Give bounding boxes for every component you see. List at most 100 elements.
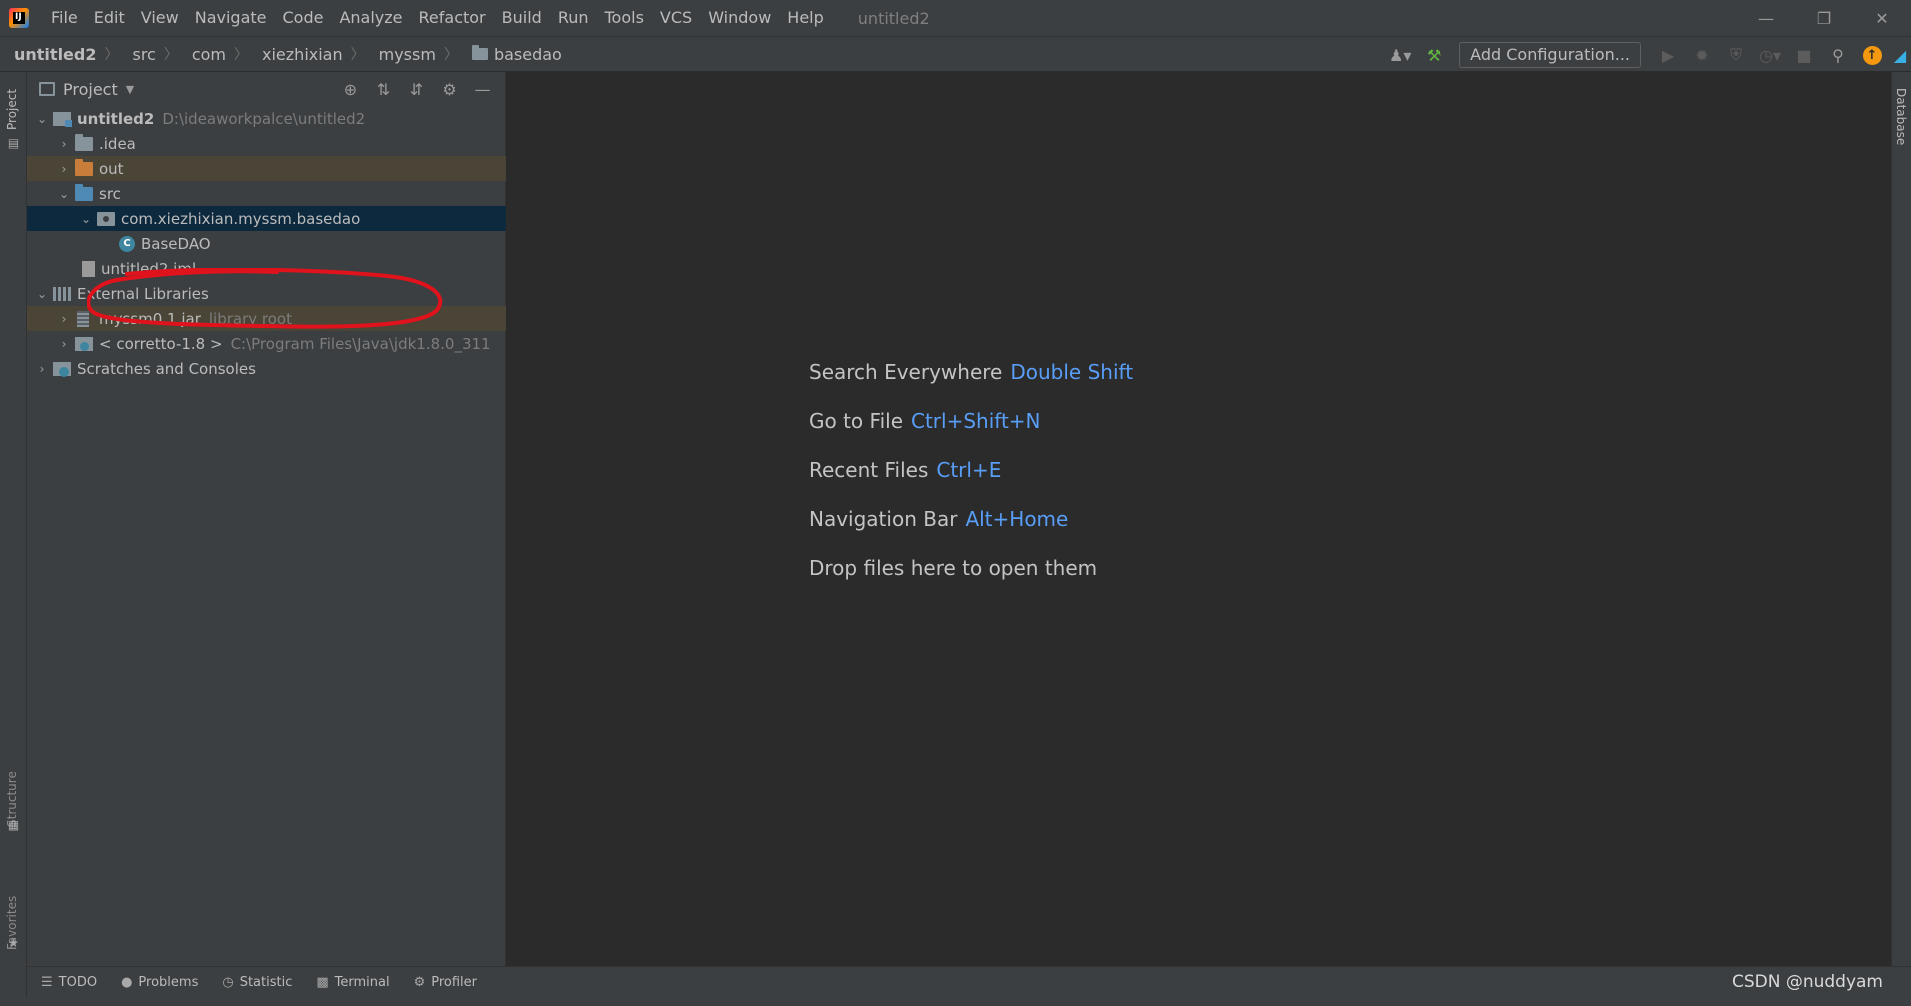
chevron-right-icon[interactable]: ›	[53, 137, 75, 151]
package-icon	[97, 211, 115, 226]
breadcrumb-separator-icon: 〉	[443, 47, 458, 63]
tree-node-basedao-class[interactable]: C BaseDAO	[27, 231, 506, 256]
run-icon[interactable]: ▶	[1651, 37, 1685, 73]
chevron-right-icon[interactable]: ›	[53, 162, 75, 176]
menu-build[interactable]: Build	[494, 0, 550, 36]
debug-icon[interactable]: ✹	[1685, 37, 1719, 73]
menu-navigate[interactable]: Navigate	[187, 0, 275, 36]
menu-window[interactable]: Window	[700, 0, 779, 36]
tree-node-package-basedao[interactable]: ⌄ com.xiezhixian.myssm.basedao	[27, 206, 506, 231]
menu-view[interactable]: View	[133, 0, 187, 36]
tree-node-src[interactable]: ⌄ src	[27, 181, 506, 206]
menu-file[interactable]: File	[43, 0, 86, 36]
database-tool-tab[interactable]: Database	[1894, 88, 1908, 145]
menu-edit[interactable]: Edit	[86, 0, 133, 36]
breadcrumb-separator-icon: 〉	[104, 47, 119, 63]
tree-node-path: C:\Program Files\Java\jdk1.8.0_311	[230, 334, 491, 353]
tree-node-external-libraries[interactable]: ⌄ External Libraries	[27, 281, 506, 306]
editor-empty-area[interactable]: Search Everywhere Double Shift Go to File…	[507, 72, 1891, 966]
hint-recent-files: Recent Files Ctrl+E	[809, 458, 1133, 507]
tab-label: TODO	[58, 975, 98, 990]
breadcrumb-com[interactable]: com	[178, 45, 226, 64]
tree-node-idea[interactable]: › .idea	[27, 131, 506, 156]
folder-excluded-icon	[75, 158, 93, 176]
folder-icon	[75, 133, 93, 151]
coverage-icon[interactable]: ⛨	[1719, 37, 1753, 73]
chevron-down-icon[interactable]: ⌄	[75, 212, 97, 226]
menu-refactor[interactable]: Refactor	[411, 0, 494, 36]
tree-node-scratches[interactable]: › Scratches and Consoles	[27, 356, 506, 381]
search-icon[interactable]: ⚲	[1821, 37, 1855, 73]
build-hammer-icon[interactable]: ⚒	[1417, 37, 1451, 73]
hint-label: Go to File	[809, 409, 903, 433]
list-icon: ☰	[41, 975, 53, 990]
locate-target-icon[interactable]: ⊕	[334, 80, 367, 99]
user-account-icon[interactable]: ♟▾	[1383, 37, 1417, 73]
libraries-icon	[53, 286, 71, 301]
hint-label: Search Everywhere	[809, 360, 1003, 384]
menu-tools[interactable]: Tools	[597, 0, 652, 36]
chevron-right-icon[interactable]: ›	[53, 312, 75, 326]
breadcrumb-myssm[interactable]: myssm	[365, 45, 436, 64]
project-view-selector[interactable]: Project	[63, 80, 118, 99]
tree-node-path: D:\ideaworkpalce\untitled2	[162, 109, 366, 128]
tree-node-label: com.xiezhixian.myssm.basedao	[121, 209, 361, 228]
profile-run-icon[interactable]: ◷▾	[1753, 37, 1787, 73]
breadcrumb-separator-icon: 〉	[163, 47, 178, 63]
close-window-button[interactable]: ✕	[1853, 0, 1911, 36]
menu-vcs[interactable]: VCS	[652, 0, 700, 36]
iml-file-icon	[82, 260, 95, 277]
restore-button[interactable]: ❐	[1795, 0, 1853, 36]
menu-help[interactable]: Help	[779, 0, 831, 36]
hide-panel-icon[interactable]: —	[466, 80, 499, 99]
tree-node-out[interactable]: › out	[27, 156, 506, 181]
chevron-right-icon[interactable]: ›	[53, 337, 75, 351]
menu-bar: IJ File Edit View Navigate Code Analyze …	[0, 0, 1911, 36]
window-title: untitled2	[857, 8, 930, 28]
breadcrumb-xiezhixian[interactable]: xiezhixian	[248, 45, 343, 64]
project-tool-tab[interactable]: Project	[5, 89, 19, 130]
hint-shortcut: Double Shift	[1010, 360, 1134, 384]
breadcrumb-untitled2[interactable]: untitled2	[0, 45, 96, 64]
class-icon: C	[119, 235, 135, 252]
menu-code[interactable]: Code	[275, 0, 332, 36]
hint-search-everywhere: Search Everywhere Double Shift	[809, 360, 1133, 409]
todo-tab[interactable]: ☰ TODO	[41, 975, 97, 990]
tree-node-label: untitled2.iml	[101, 259, 197, 278]
menu-analyze[interactable]: Analyze	[331, 0, 410, 36]
expand-all-icon[interactable]: ⇅	[367, 80, 400, 99]
hint-navigation-bar: Navigation Bar Alt+Home	[809, 507, 1133, 556]
tree-node-iml[interactable]: untitled2.iml	[27, 256, 506, 281]
intellij-logo-icon: IJ	[9, 8, 29, 28]
tree-node-myssm-jar[interactable]: › myssm0.1.jar library root	[27, 306, 506, 331]
profiler-icon: ⚙	[413, 975, 426, 990]
update-icon[interactable]: ↑	[1855, 37, 1889, 73]
tab-label: Profiler	[431, 975, 478, 990]
hint-drop-files: Drop files here to open them	[809, 556, 1133, 605]
collapse-all-icon[interactable]: ⇵	[400, 80, 433, 99]
chevron-down-icon[interactable]: ▼	[126, 83, 134, 96]
gear-icon[interactable]: ⚙	[433, 80, 466, 99]
chevron-down-icon[interactable]: ⌄	[53, 187, 75, 201]
chevron-right-icon[interactable]: ›	[31, 362, 53, 376]
chevron-down-icon[interactable]: ⌄	[31, 112, 53, 126]
chevron-down-icon[interactable]: ⌄	[31, 287, 53, 301]
stop-icon[interactable]: ■	[1787, 37, 1821, 73]
profiler-tab[interactable]: ⚙ Profiler	[414, 975, 477, 990]
terminal-tab[interactable]: ▩ Terminal	[316, 975, 389, 990]
left-tool-strip: Project ▤ Structure ▦ Favorites ★	[0, 72, 27, 1006]
menu-run[interactable]: Run	[550, 0, 597, 36]
hint-shortcut: Ctrl+Shift+N	[911, 409, 1041, 433]
statistic-tab[interactable]: ◷ Statistic	[222, 975, 292, 990]
plugin-status-icon[interactable]: ◢	[1889, 37, 1911, 73]
breadcrumb-basedao[interactable]: basedao	[458, 45, 562, 64]
minimize-button[interactable]: —	[1737, 0, 1795, 36]
tree-node-jdk[interactable]: › < corretto-1.8 > C:\Program Files\Java…	[27, 331, 506, 356]
breadcrumb-label: myssm	[378, 44, 436, 64]
tree-node-untitled2[interactable]: ⌄ untitled2 D:\ideaworkpalce\untitled2	[27, 106, 506, 131]
terminal-icon: ▩	[316, 975, 329, 990]
breadcrumb-src[interactable]: src	[118, 45, 155, 64]
tree-node-label: External Libraries	[77, 284, 209, 303]
problems-tab[interactable]: ● Problems	[121, 975, 198, 990]
add-configuration-button[interactable]: Add Configuration...	[1459, 42, 1641, 68]
